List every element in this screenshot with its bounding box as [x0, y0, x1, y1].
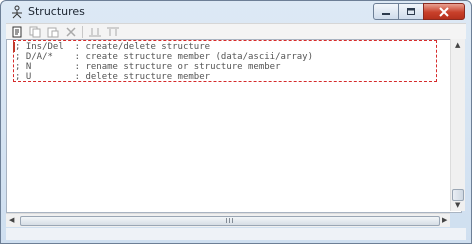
new-structure-icon [12, 26, 22, 38]
paste-icon [47, 27, 59, 38]
scroll-down-icon[interactable]: ▼ [455, 201, 460, 209]
caption-buttons [373, 3, 465, 21]
code-line[interactable]: ; U : delete structure member [15, 72, 210, 82]
maximize-icon [407, 7, 415, 15]
horizontal-scroll-thumb[interactable]: III [20, 216, 440, 226]
collapse-icon [107, 27, 119, 36]
title-bar[interactable]: Structures [1, 1, 471, 23]
paste-button[interactable] [46, 25, 60, 39]
expand-icon [89, 28, 101, 37]
scroll-right-icon[interactable]: ▶ [442, 216, 447, 224]
status-bar [6, 228, 466, 240]
structures-app-icon [12, 5, 22, 19]
minimize-button[interactable] [373, 3, 399, 20]
delete-icon [66, 27, 76, 37]
code-line[interactable]: ; Ins/Del : create/delete structure [15, 42, 210, 52]
scroll-up-icon[interactable]: ▲ [455, 41, 460, 49]
code-line[interactable]: ; N : rename structure or structure memb… [15, 62, 281, 72]
close-button[interactable] [423, 3, 465, 20]
copy-button[interactable] [28, 25, 42, 39]
new-structure-button[interactable] [10, 25, 24, 39]
horizontal-scrollbar[interactable]: ◀ III ▶ [6, 213, 450, 227]
close-icon [439, 6, 449, 17]
delete-button[interactable] [64, 25, 78, 39]
code-line[interactable]: ; D/A/* : create structure member (data/… [15, 52, 313, 62]
toolbar [6, 23, 466, 39]
toolbar-separator [82, 26, 83, 38]
structures-editor[interactable]: ; Ins/Del : create/delete structure ; D/… [6, 39, 462, 213]
expand-button[interactable] [88, 25, 102, 39]
vertical-scrollbar[interactable]: ▲ ▼ [450, 39, 465, 211]
scroll-left-icon[interactable]: ◀ [9, 216, 14, 224]
copy-icon [29, 26, 41, 38]
scroll-grip: III [225, 217, 235, 225]
structures-window: Structures ; Ins/Del: create/delete str… [0, 0, 472, 244]
vertical-scroll-thumb[interactable] [452, 189, 464, 201]
collapse-button[interactable] [106, 25, 120, 39]
minimize-icon [382, 12, 390, 15]
maximize-button[interactable] [398, 3, 424, 20]
window-title: Structures [28, 5, 85, 18]
